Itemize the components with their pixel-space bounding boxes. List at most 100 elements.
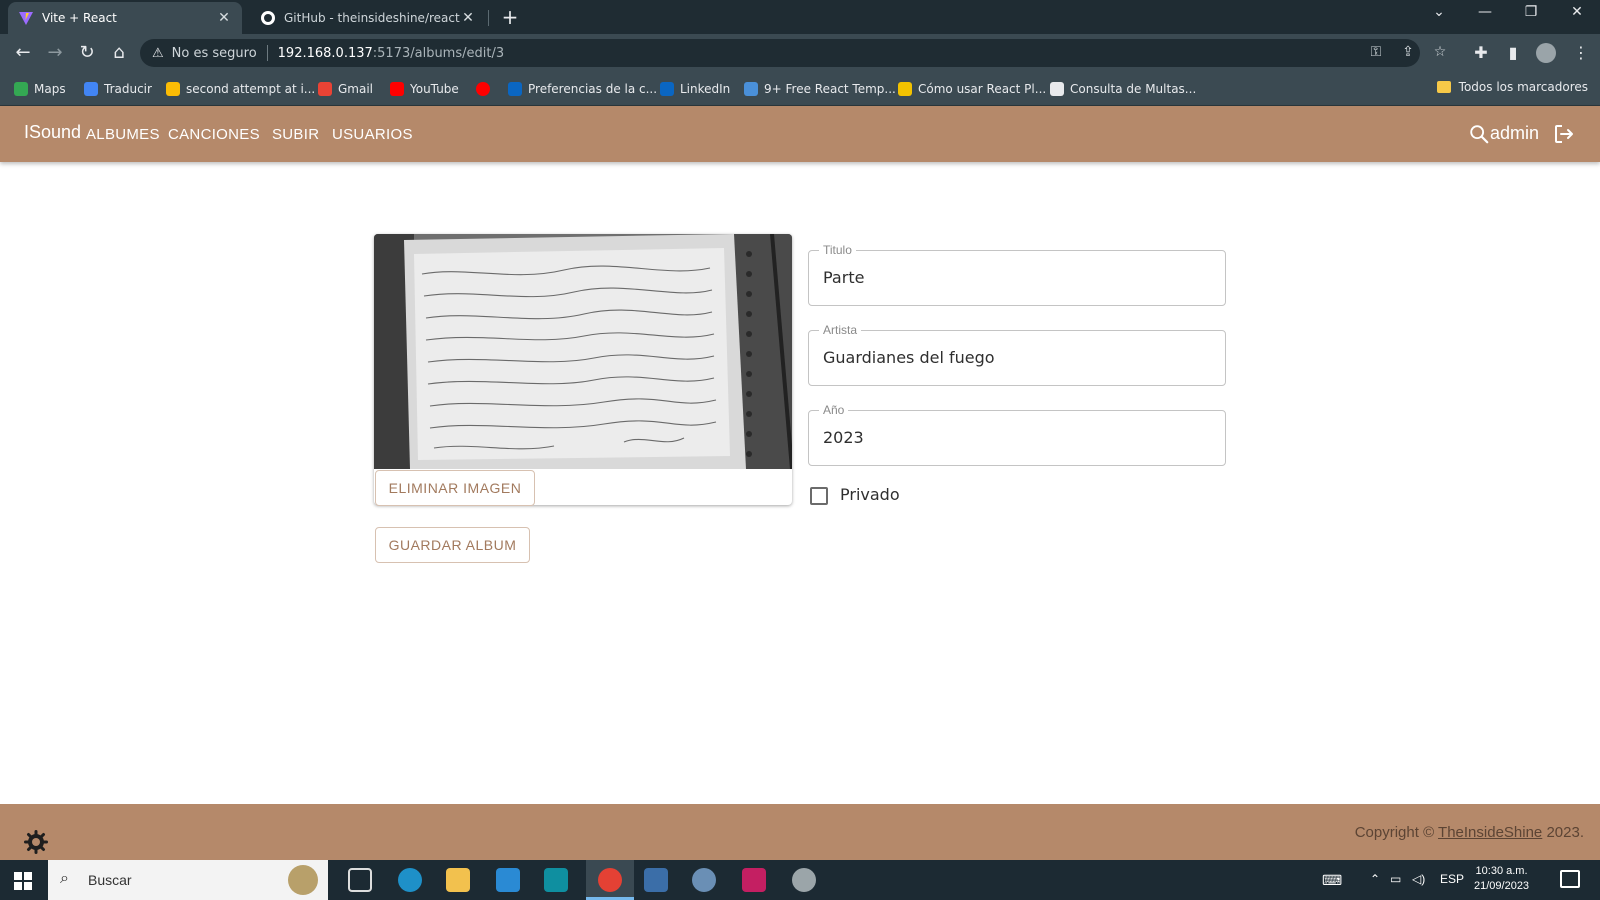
artist-field-value[interactable]: Guardianes del fuego [823, 348, 995, 367]
bookmark-item[interactable]: second attempt at i... [166, 80, 315, 98]
logout-icon[interactable] [1552, 122, 1576, 146]
search-icon: ⌕ [60, 870, 69, 887]
title-field-value[interactable]: Parte [823, 268, 864, 287]
brand-logo[interactable]: ISound [24, 122, 81, 143]
tab-search-icon[interactable]: ⌄ [1424, 4, 1454, 20]
chrome-icon[interactable] [598, 868, 622, 892]
year-field[interactable]: Año 2023 [808, 403, 1226, 466]
network-icon[interactable]: ▭ [1390, 872, 1401, 886]
bookmark-item[interactable]: LinkedIn [660, 80, 730, 98]
bookmark-item[interactable]: 9+ Free React Temp... [744, 80, 896, 98]
bookmark-label: second attempt at i... [186, 82, 316, 96]
theme-toggle-icon[interactable] [24, 830, 48, 854]
bookmark-item[interactable]: Cómo usar React Pl... [898, 80, 1046, 98]
linkedin-icon [508, 82, 522, 96]
title-field[interactable]: Titulo Parte [808, 243, 1226, 306]
browser-tabstrip: Vite + React ✕ GitHub - theinsideshine/r… [0, 0, 1600, 34]
nav-usuarios[interactable]: USUARIOS [332, 126, 413, 143]
task-view-icon[interactable] [348, 868, 372, 892]
bookmark-label: LinkedIn [680, 82, 731, 96]
intellij-icon[interactable] [742, 868, 766, 892]
language-indicator[interactable]: ESP [1440, 872, 1464, 886]
mysql-workbench-icon[interactable] [644, 868, 668, 892]
vscode-icon[interactable] [496, 868, 520, 892]
bookmark-label: Gmail [338, 82, 374, 96]
all-bookmarks[interactable]: Todos los marcadores [1436, 80, 1588, 94]
clock-date: 21/09/2023 [1474, 880, 1530, 892]
forward-icon[interactable]: → [42, 40, 68, 66]
close-tab-icon[interactable]: ✕ [460, 10, 476, 26]
menu-kebab-icon[interactable]: ⋮ [1570, 43, 1592, 62]
gimp-icon[interactable] [792, 868, 816, 892]
postgres-icon[interactable] [692, 868, 716, 892]
system-clock[interactable]: 10:30 a.m. 21/09/2023 [1474, 864, 1529, 894]
title-field-label: Titulo [819, 243, 856, 257]
new-tab-icon[interactable]: + [498, 5, 522, 29]
bookmarks-bar: Maps Traducir second attempt at i... Gma… [0, 72, 1600, 106]
taskbar-search-placeholder: Buscar [88, 872, 132, 888]
taskbar-search[interactable]: ⌕ Buscar [48, 860, 328, 900]
bookmark-item[interactable]: YouTube [390, 80, 459, 98]
extensions-icon[interactable]: ✚ [1470, 43, 1492, 62]
clock-time: 10:30 a.m. [1475, 865, 1528, 877]
home-icon[interactable]: ⌂ [106, 40, 132, 66]
side-panel-icon[interactable]: ▮ [1502, 43, 1524, 62]
address-divider [266, 45, 268, 61]
all-bookmarks-label: Todos los marcadores [1458, 80, 1588, 94]
volume-icon[interactable]: ◁) [1412, 872, 1425, 886]
nav-canciones[interactable]: CANCIONES [168, 126, 260, 143]
year-field-value[interactable]: 2023 [823, 428, 864, 447]
minimize-icon[interactable]: — [1470, 4, 1500, 20]
private-checkbox-label[interactable]: Privado [840, 485, 900, 504]
bookmark-item[interactable]: Preferencias de la c... [508, 80, 657, 98]
cat-icon [898, 82, 912, 96]
bookmark-item[interactable]: Gmail [318, 80, 373, 98]
app-footer: Copyright © TheInsideShine 2023. [0, 804, 1600, 860]
windows-taskbar: ⌕ Buscar ⌨ ⌃ ▭ ◁) ESP 10:30 a.m. 21/09/2… [0, 860, 1600, 900]
notifications-icon[interactable] [1560, 870, 1580, 888]
show-hidden-icons[interactable]: ⌃ [1370, 872, 1380, 886]
close-tab-icon[interactable]: ✕ [216, 10, 232, 26]
edge-icon[interactable] [398, 868, 422, 892]
file-explorer-icon[interactable] [446, 868, 470, 892]
gmail-icon [318, 82, 332, 96]
app-icon[interactable] [544, 868, 568, 892]
react-icon [744, 82, 758, 96]
bookmark-item[interactable]: Maps [14, 80, 66, 98]
bookmark-label: Maps [34, 82, 66, 96]
current-user[interactable]: admin [1490, 123, 1539, 144]
artist-field-label: Artista [819, 323, 862, 337]
bookmark-item[interactable]: Consulta de Multas... [1050, 80, 1196, 98]
bookmark-star-icon[interactable]: ☆ [1430, 44, 1450, 60]
translate-icon [84, 82, 98, 96]
bookmark-item[interactable] [476, 80, 496, 98]
handwritten-note-image [374, 234, 792, 469]
tab-separator [488, 10, 489, 26]
private-checkbox[interactable] [810, 487, 828, 505]
search-highlight-icon [288, 865, 318, 895]
album-cover-image [374, 234, 792, 469]
nav-albumes[interactable]: ALBUMES [86, 126, 160, 143]
reload-icon[interactable]: ↻ [74, 40, 100, 66]
bookmark-item[interactable]: Traducir [84, 80, 152, 98]
key-icon[interactable]: ⚿ [1366, 44, 1386, 60]
keyboard-icon[interactable]: ⌨ [1322, 872, 1342, 889]
artist-field[interactable]: Artista Guardianes del fuego [808, 323, 1226, 386]
remove-image-button[interactable]: ELIMINAR IMAGEN [375, 470, 535, 506]
tab-github[interactable]: GitHub - theinsideshine/react-insi ✕ [250, 2, 486, 34]
close-window-icon[interactable]: ✕ [1562, 4, 1592, 20]
search-icon[interactable] [1468, 123, 1490, 145]
restore-icon[interactable]: ❐ [1516, 4, 1546, 20]
back-icon[interactable]: ← [10, 40, 36, 66]
profile-avatar[interactable] [1536, 43, 1556, 63]
copyright-link[interactable]: TheInsideShine [1438, 824, 1542, 841]
year-field-label: Año [819, 403, 849, 417]
bookmark-label: Cómo usar React Pl... [918, 82, 1047, 96]
address-bar[interactable]: ⚠ No es seguro 192.168.0.137 :5173/album… [140, 39, 1420, 67]
share-icon[interactable]: ⇪ [1398, 44, 1418, 60]
tab-vite-react[interactable]: Vite + React ✕ [8, 2, 242, 34]
album-image-card [374, 234, 792, 505]
windows-start-icon[interactable] [14, 872, 32, 890]
nav-subir[interactable]: SUBIR [272, 126, 319, 143]
save-album-button[interactable]: GUARDAR ALBUM [375, 527, 530, 563]
